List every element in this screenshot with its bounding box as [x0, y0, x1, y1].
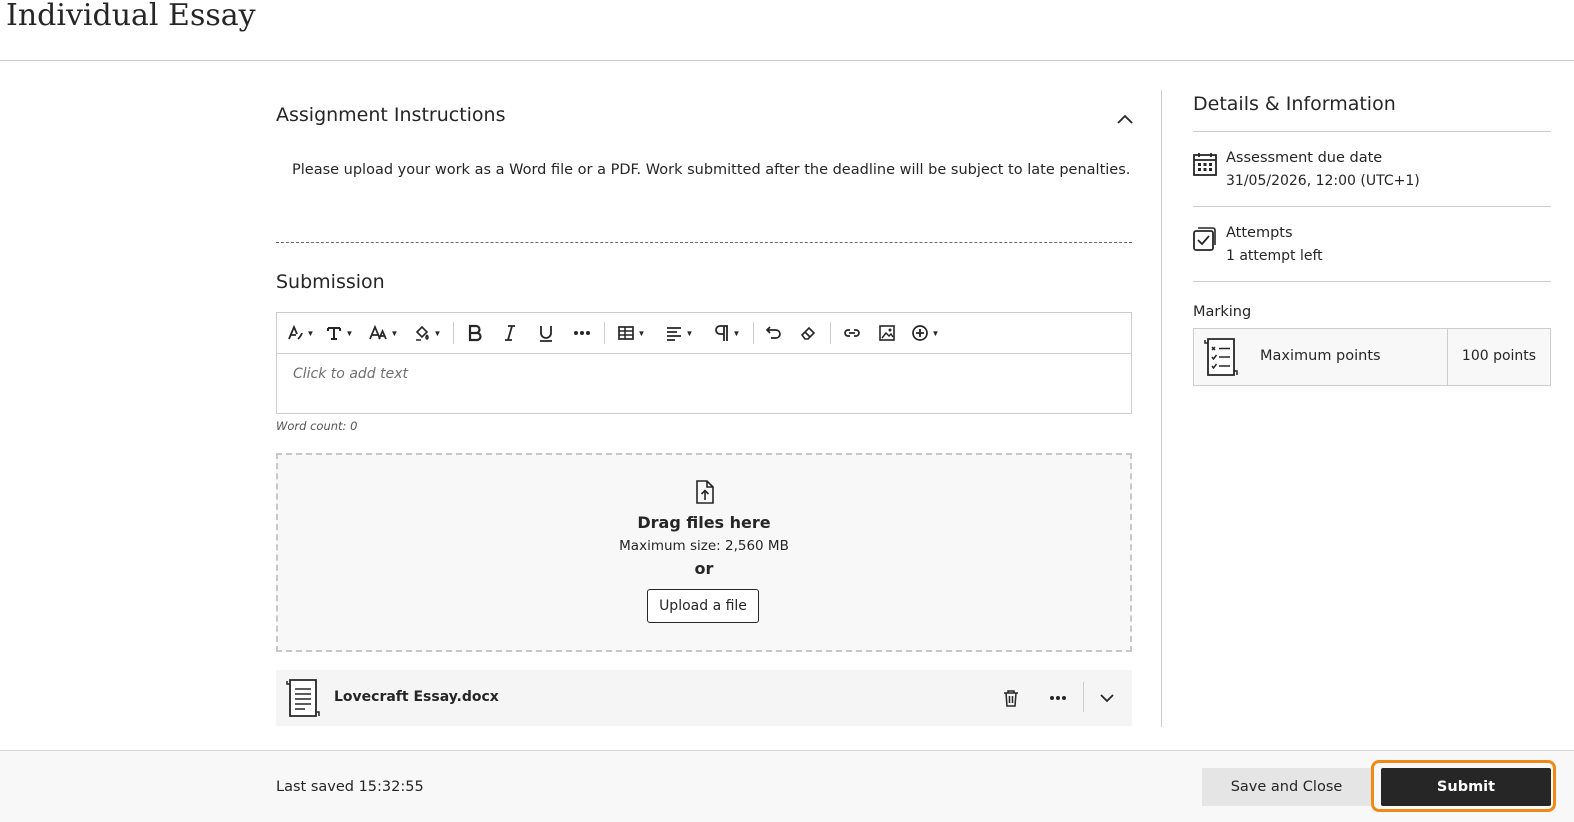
marking-label: Marking: [1193, 304, 1252, 320]
submit-button[interactable]: Submit: [1381, 768, 1551, 806]
undo-icon: [765, 326, 781, 339]
highlight-button[interactable]: ▼: [405, 318, 449, 348]
file-action-divider: [1083, 682, 1084, 712]
link-button[interactable]: [835, 318, 869, 348]
column-divider: [1161, 90, 1162, 727]
due-date-value: 31/05/2026, 12:00 (UTC+1): [1226, 173, 1420, 189]
highlight-icon: [415, 325, 429, 341]
editor-toolbar: ▼ ▼ ▼ ▼ ▼ ▼ ▼ ▼: [277, 313, 1131, 354]
font-size-icon: [368, 324, 387, 340]
insert-icon: [911, 325, 928, 341]
details-heading: Details & Information: [1193, 93, 1396, 115]
collapse-instructions-button[interactable]: [1114, 108, 1136, 130]
toolbar-divider: [453, 322, 454, 344]
paragraph-style-button[interactable]: ▼: [317, 318, 361, 348]
instructions-text: Please upload your work as a Word file o…: [292, 162, 1131, 178]
max-points-row: Maximum points 100 points: [1193, 328, 1551, 386]
paragraph-style-icon: [326, 327, 341, 340]
underline-button[interactable]: [528, 318, 564, 348]
or-text: or: [694, 559, 714, 578]
align-button[interactable]: ▼: [653, 318, 705, 348]
italic-icon: [505, 325, 515, 341]
details-divider: [1193, 281, 1551, 282]
image-icon: [879, 325, 895, 341]
underline-icon: [540, 326, 552, 342]
details-divider: [1193, 206, 1551, 207]
attempts-icon: [1193, 227, 1216, 251]
more-formatting-button[interactable]: [564, 318, 600, 348]
file-dropzone[interactable]: Drag files here Maximum size: 2,560 MB o…: [276, 453, 1132, 652]
table-icon: [617, 326, 634, 340]
rubric-icon: [1204, 338, 1238, 376]
attempts-value: 1 attempt left: [1226, 248, 1323, 264]
image-button[interactable]: [869, 318, 905, 348]
toolbar-divider: [604, 322, 605, 344]
dropzone-title: Drag files here: [637, 513, 771, 532]
text-style-button[interactable]: ▼: [283, 318, 317, 348]
undo-button[interactable]: [758, 318, 790, 348]
align-icon: [666, 327, 681, 341]
clear-format-icon: [800, 326, 816, 340]
save-and-close-button[interactable]: Save and Close: [1202, 768, 1371, 806]
chevron-down-icon: [1100, 694, 1114, 703]
chevron-up-icon: [1117, 114, 1133, 124]
page-title: Individual Essay: [6, 0, 256, 33]
table-button[interactable]: ▼: [609, 318, 653, 348]
delete-file-button[interactable]: [997, 684, 1025, 712]
toolbar-divider: [830, 322, 831, 344]
last-saved-text: Last saved 15:32:55: [276, 779, 424, 795]
bold-button[interactable]: [458, 318, 492, 348]
max-size-text: Maximum size: 2,560 MB: [619, 538, 789, 554]
file-name[interactable]: Lovecraft Essay.docx: [334, 689, 499, 705]
section-divider: [276, 242, 1132, 243]
toolbar-divider: [753, 322, 754, 344]
trash-icon: [1004, 690, 1018, 707]
file-options-button[interactable]: [1044, 684, 1072, 712]
font-size-button[interactable]: ▼: [361, 318, 405, 348]
word-count: Word count: 0: [276, 419, 358, 433]
calendar-icon: [1193, 153, 1217, 176]
attempts-label: Attempts: [1226, 225, 1293, 241]
upload-file-button[interactable]: Upload a file: [647, 589, 759, 623]
max-points-value: 100 points: [1461, 348, 1537, 364]
insert-content-button[interactable]: ▼: [905, 318, 945, 348]
due-date-label: Assessment due date: [1226, 150, 1383, 166]
text-editor: ▼ ▼ ▼ ▼ ▼ ▼ ▼ ▼ Click to add text: [276, 312, 1132, 414]
text-style-icon: [287, 324, 303, 340]
footer-bar: Last saved 15:32:55 Save and Close Submi…: [0, 750, 1574, 822]
paragraph-button[interactable]: ▼: [705, 318, 749, 348]
file-upload-icon: [696, 480, 714, 504]
paragraph-icon: [714, 325, 728, 341]
editor-input[interactable]: Click to add text: [277, 354, 1131, 394]
link-icon: [844, 329, 860, 337]
more-icon: [1050, 696, 1066, 700]
more-icon: [574, 331, 590, 335]
document-icon: [286, 679, 320, 717]
clear-format-button[interactable]: [790, 318, 826, 348]
header-divider: [0, 60, 1574, 61]
expand-file-button[interactable]: [1093, 684, 1121, 712]
submission-heading: Submission: [276, 271, 385, 293]
italic-button[interactable]: [492, 318, 528, 348]
attached-file: Lovecraft Essay.docx: [276, 670, 1132, 726]
details-divider: [1193, 131, 1551, 132]
instructions-heading: Assignment Instructions: [276, 104, 506, 126]
max-points-label: Maximum points: [1260, 348, 1381, 364]
bold-icon: [468, 324, 482, 342]
